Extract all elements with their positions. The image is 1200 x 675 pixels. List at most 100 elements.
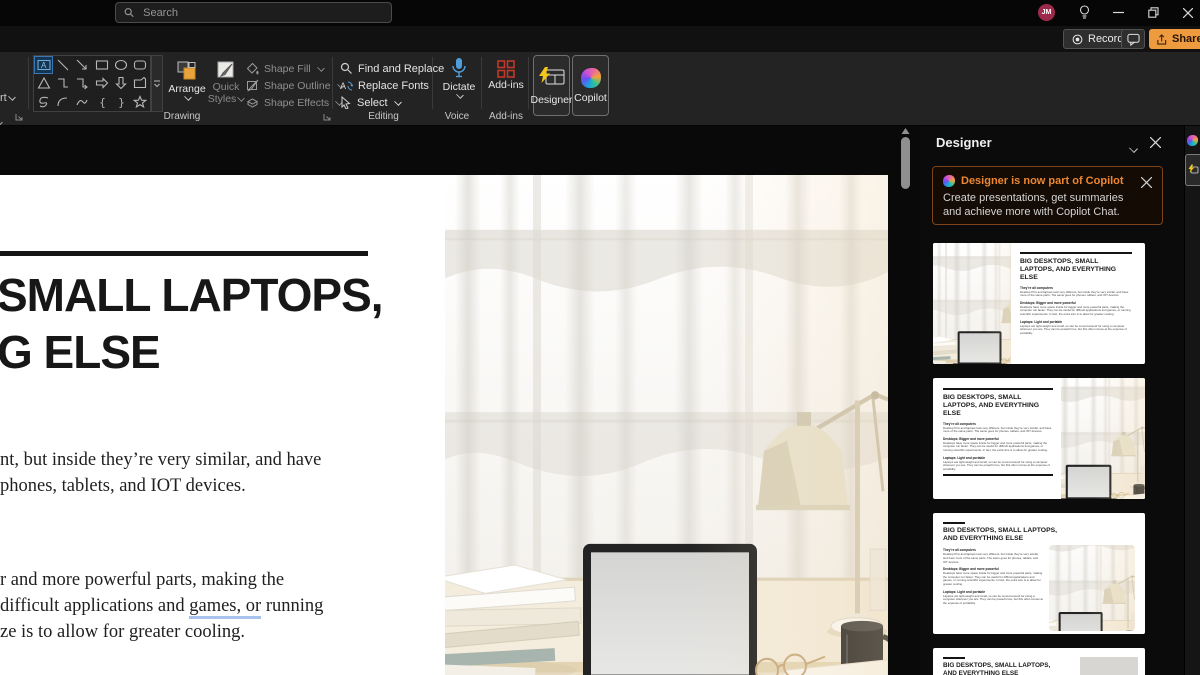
- find-and-replace-button[interactable]: Find and Replace: [340, 60, 444, 77]
- svg-text:A: A: [41, 61, 47, 70]
- oval-shape-icon[interactable]: [111, 56, 130, 74]
- notice-body: Create presentations, get summaries and …: [943, 191, 1139, 219]
- scribble-shape-icon[interactable]: [34, 93, 53, 111]
- thumb-paragraph: Laptops are light-weight and small, so c…: [1020, 325, 1132, 336]
- restore-button[interactable]: [1142, 2, 1164, 23]
- scroll-up-arrow[interactable]: [901, 127, 910, 135]
- close-button[interactable]: [1177, 2, 1199, 23]
- shape-fill-chevron-icon: [317, 64, 325, 72]
- powerpoint-window: JM Record Share rt: [0, 0, 1200, 675]
- record-icon: [1072, 34, 1083, 45]
- cropped-left-button[interactable]: rt: [0, 92, 15, 104]
- shape-fill-button[interactable]: Shape Fill: [246, 60, 344, 77]
- triangle-shape-icon[interactable]: [34, 74, 53, 92]
- group-divider: [481, 57, 482, 109]
- elbow-arrow-connector-shape-icon[interactable]: [73, 74, 92, 92]
- desk-photo[interactable]: [445, 175, 888, 675]
- slide-title[interactable]: SMALL LAPTOPS, G ELSE: [0, 267, 383, 381]
- shape-gallery-more-button[interactable]: [151, 55, 163, 112]
- shape-effects-button[interactable]: Shape Effects: [246, 94, 344, 111]
- arc-shape-icon[interactable]: [53, 93, 72, 111]
- elbow-connector-shape-icon[interactable]: [53, 74, 72, 92]
- dictate-microphone-icon: [451, 57, 467, 81]
- grammar-marked-text[interactable]: games, or: [189, 596, 261, 619]
- quick-styles-icon: [215, 59, 237, 81]
- thumb-heading: Laptops: Light and portable: [943, 590, 1043, 594]
- thumb-rule: [943, 388, 1053, 390]
- slide-title-line2: G ELSE: [0, 324, 383, 381]
- comments-button[interactable]: [1121, 29, 1145, 49]
- search-input[interactable]: [141, 6, 383, 20]
- notice-close-icon[interactable]: [1141, 177, 1152, 188]
- thumbnail-photo: [1049, 545, 1135, 631]
- arrow-shape-icon[interactable]: [73, 56, 92, 74]
- arrange-button[interactable]: Arrange: [167, 59, 207, 101]
- panel-collapse-chevron-icon[interactable]: [1129, 144, 1138, 153]
- shape-format-stack: Shape Fill Shape Outline Shape Effects: [246, 60, 344, 111]
- ideas-lightbulb-button[interactable]: [1073, 2, 1095, 23]
- panel-close-icon[interactable]: [1150, 137, 1161, 148]
- slide-body-paragraph-1[interactable]: nt, but inside they’re very similar, and…: [0, 447, 321, 499]
- group-divider: [432, 57, 433, 109]
- shape-outline-icon: [246, 79, 259, 92]
- copilot-rail-tab[interactable]: [1187, 135, 1198, 146]
- minimize-button[interactable]: [1107, 2, 1129, 23]
- search-box[interactable]: [115, 2, 392, 23]
- share-icon: [1156, 34, 1167, 45]
- quick-action-row: Record Share: [0, 26, 1200, 52]
- svg-text:A: A: [340, 81, 346, 91]
- dictate-button[interactable]: Dictate: [438, 57, 480, 99]
- avatar[interactable]: JM: [1038, 4, 1055, 21]
- thumb-rule: [943, 522, 965, 524]
- drawing-dialog-launcher-icon[interactable]: [322, 112, 332, 122]
- share-button[interactable]: Share: [1149, 29, 1200, 49]
- dialog-launcher-icon[interactable]: [14, 112, 24, 122]
- copilot-ribbon-button[interactable]: Copilot: [572, 55, 609, 116]
- curve-shape-icon[interactable]: [73, 93, 92, 111]
- shape-effects-icon: [246, 96, 259, 109]
- select-button[interactable]: Select: [340, 94, 444, 111]
- right-arrow-shape-icon[interactable]: [92, 74, 111, 92]
- slide-title-line1: SMALL LAPTOPS,: [0, 267, 383, 324]
- designer-ribbon-button[interactable]: Designer: [533, 55, 570, 116]
- replace-fonts-button[interactable]: A Replace Fonts: [340, 77, 444, 94]
- vertical-scrollbar[interactable]: [901, 137, 910, 189]
- select-chevron-icon: [394, 98, 402, 106]
- share-label: Share: [1172, 33, 1200, 45]
- slide[interactable]: SMALL LAPTOPS, G ELSE nt, but inside the…: [0, 175, 888, 675]
- ribbon: rt A { } A: [0, 52, 1200, 126]
- quick-styles-button[interactable]: Quick Styles: [207, 59, 245, 105]
- design-thumbnail-3[interactable]: BIG DESKTOPS, SMALL LAPTOPS, AND EVERYTH…: [933, 513, 1145, 634]
- find-replace-icon: [340, 62, 353, 75]
- right-brace-shape-icon[interactable]: }: [111, 93, 130, 111]
- designer-rail-tab[interactable]: [1185, 154, 1200, 186]
- left-brace-shape-icon[interactable]: {: [92, 93, 111, 111]
- ribbon-collapse-chevron-icon[interactable]: [0, 118, 3, 126]
- textbox-shape-icon[interactable]: A: [34, 56, 53, 74]
- thumbnail-photo: [933, 243, 1011, 364]
- lightbulb-icon: [1078, 5, 1091, 20]
- shape-outline-button[interactable]: Shape Outline: [246, 77, 344, 94]
- quick-styles-chevron-icon: [237, 94, 245, 102]
- record-label: Record: [1088, 33, 1123, 45]
- design-thumbnail-4[interactable]: BIG DESKTOPS, SMALL LAPTOPS, AND EVERYTH…: [933, 648, 1145, 675]
- notice-title: Designer is now part of Copilot: [961, 175, 1124, 187]
- addins-button[interactable]: Add-ins: [487, 59, 525, 91]
- star-shape-icon[interactable]: [131, 93, 150, 111]
- minimize-icon: [1113, 7, 1124, 18]
- cropped-left-label: rt: [0, 92, 7, 104]
- group-divider: [28, 57, 29, 109]
- snip-corner-shape-icon[interactable]: [131, 74, 150, 92]
- thumb-rule: [943, 657, 965, 659]
- line-shape-icon[interactable]: [53, 56, 72, 74]
- rectangle-shape-icon[interactable]: [92, 56, 111, 74]
- slide-body-paragraph-2[interactable]: r and more powerful parts, making the di…: [0, 567, 323, 645]
- thumb-sections: They’re all computers Desktop PCs and la…: [1020, 286, 1132, 336]
- body-text: difficult applications and: [0, 596, 189, 616]
- design-thumbnail-1[interactable]: BIG DESKTOPS, SMALL LAPTOPS, AND EVERYTH…: [933, 243, 1145, 364]
- rounded-rectangle-shape-icon[interactable]: [131, 56, 150, 74]
- copilot-ribbon-label: Copilot: [574, 92, 607, 104]
- design-thumbnail-2[interactable]: BIG DESKTOPS, SMALL LAPTOPS, AND EVERYTH…: [933, 378, 1145, 499]
- down-arrow-shape-icon[interactable]: [111, 74, 130, 92]
- copilot-logo-icon: [581, 68, 601, 88]
